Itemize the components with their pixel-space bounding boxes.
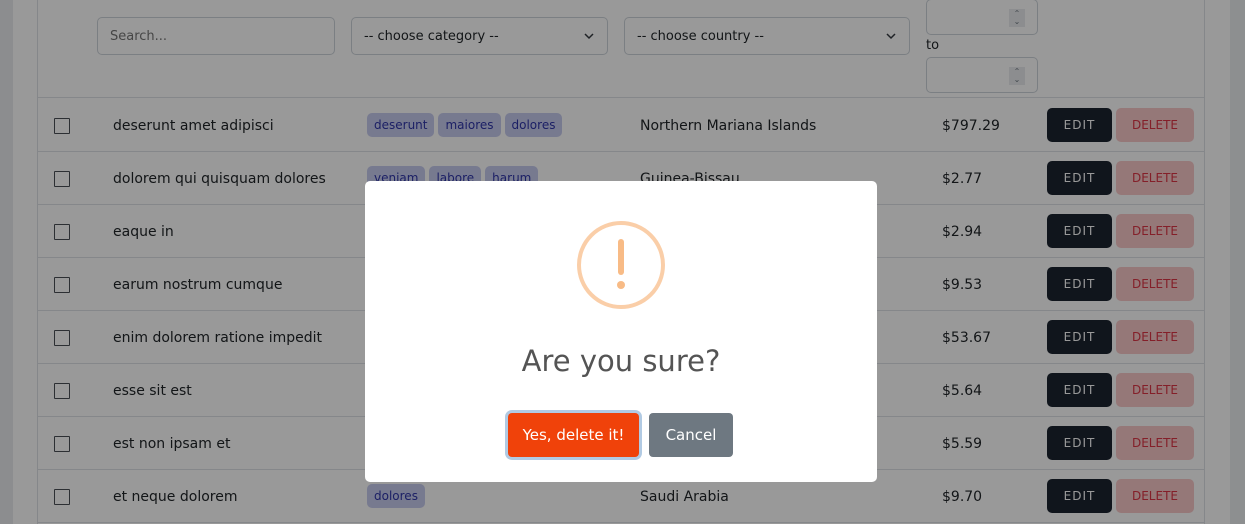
- confirm-dialog: Are you sure? Yes, delete it! Cancel: [365, 181, 877, 482]
- dialog-title: Are you sure?: [521, 344, 721, 378]
- warning-icon: [577, 221, 665, 309]
- cancel-button[interactable]: Cancel: [649, 413, 733, 457]
- confirm-delete-button[interactable]: Yes, delete it!: [508, 413, 639, 457]
